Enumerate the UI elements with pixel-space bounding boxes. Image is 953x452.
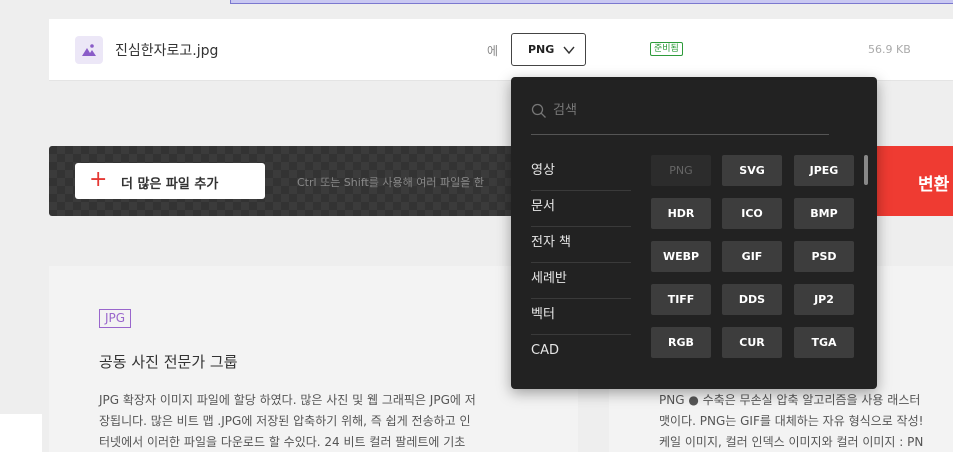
format-option[interactable]: WEBP <box>651 241 711 272</box>
format-option[interactable]: JPEG <box>794 155 854 186</box>
format-search-input[interactable] <box>553 98 813 122</box>
plus-icon: + <box>89 167 108 192</box>
add-more-files-label: 더 많은 파일 추가 <box>121 177 219 192</box>
category-list: 영상 문서 전자 책 세례반 벡터 CAD <box>531 155 631 371</box>
target-format-select[interactable]: PNG <box>511 33 586 66</box>
add-more-files-button[interactable]: + 더 많은 파일 추가 <box>75 163 265 199</box>
format-option[interactable]: TGA <box>794 327 854 358</box>
description-line: 터넷에서 이러한 파일을 다운로드 할 수있다. 24 비트 컬러 팔레트에 기… <box>99 435 466 449</box>
description-line: PNG ● 수축은 무손실 압축 알고리즘을 사용 래스터 <box>659 393 921 407</box>
format-option[interactable]: SVG <box>722 155 782 186</box>
description-line: JPG 확장자 이미지 파일에 할당 하였다. 많은 사진 및 웹 그래픽은 J… <box>99 393 476 407</box>
format-option[interactable]: HDR <box>651 198 711 229</box>
format-scrollbar[interactable] <box>864 155 868 185</box>
description-line: 케일 이미지, 컬러 인덱스 이미지와 컬러 이미지 : PN <box>659 435 924 449</box>
format-option[interactable]: GIF <box>722 241 782 272</box>
category-item[interactable]: 문서 <box>531 191 631 227</box>
format-option[interactable]: TIFF <box>651 284 711 315</box>
file-row: 진심한자로고.jpg 에 PNG 준비됨 56.9 KB <box>49 19 953 81</box>
top-banner-edge <box>230 0 953 4</box>
jpg-info-card: JPG 공동 사진 전문가 그룹 JPG 확장자 이미지 파일에 할당 하였다.… <box>49 266 578 452</box>
format-dropdown: 영상 문서 전자 책 세례반 벡터 CAD PNG SVG JPEG HDR I… <box>511 77 877 389</box>
image-file-icon <box>75 36 103 64</box>
category-item[interactable]: 영상 <box>531 155 631 191</box>
format-option[interactable]: PNG <box>651 155 711 186</box>
format-tag: JPG <box>99 309 132 328</box>
format-option[interactable]: CUR <box>722 327 782 358</box>
convert-button[interactable]: 변환 <box>872 146 953 216</box>
file-name: 진심한자로고.jpg <box>115 43 219 59</box>
format-option[interactable]: RGB <box>651 327 711 358</box>
format-option[interactable]: PSD <box>794 241 854 272</box>
multi-select-hint: Ctrl 또는 Shift를 사용해 여러 파일을 한 <box>297 176 484 189</box>
category-item[interactable]: CAD <box>531 335 631 371</box>
status-badge: 준비됨 <box>650 42 683 56</box>
convert-label: 변환 <box>918 175 950 195</box>
format-search <box>531 97 829 135</box>
page-corner <box>0 414 42 452</box>
convert-to-label: 에 <box>487 44 499 58</box>
format-option[interactable]: DDS <box>722 284 782 315</box>
description-line: 장됩니다. 많은 비트 맵 .JPG에 저장된 압축하기 위해, 즉 쉽게 전송… <box>99 414 471 428</box>
file-size: 56.9 KB <box>868 43 911 56</box>
description-line: 맷이다. PNG는 GIF를 대체하는 자유 형식으로 작성! <box>659 414 924 428</box>
search-icon <box>531 103 547 123</box>
format-option[interactable]: BMP <box>794 198 854 229</box>
card-description: JPG 확장자 이미지 파일에 할당 하였다. 많은 사진 및 웹 그래픽은 J… <box>99 390 529 452</box>
category-item[interactable]: 세례반 <box>531 263 631 299</box>
chevron-down-icon <box>562 42 576 61</box>
card-title: 공동 사진 전문가 그룹 <box>99 353 238 371</box>
format-option[interactable]: ICO <box>722 198 782 229</box>
card-description: PNG ● 수축은 무손실 압축 알고리즘을 사용 래스터 맷이다. PNG는 … <box>659 390 953 452</box>
category-item[interactable]: 전자 책 <box>531 227 631 263</box>
target-format-value: PNG <box>528 43 555 56</box>
format-option[interactable]: JP2 <box>794 284 854 315</box>
category-item[interactable]: 벡터 <box>531 299 631 335</box>
